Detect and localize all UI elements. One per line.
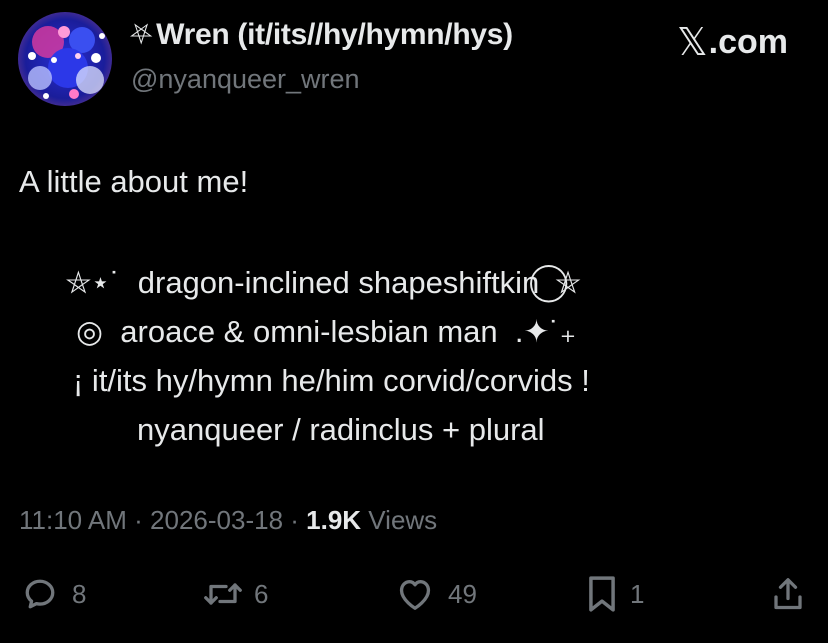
share-button[interactable]: [770, 574, 806, 614]
bookmark-button[interactable]: 1: [586, 574, 644, 614]
tweet-date[interactable]: 2026-03-18: [150, 505, 283, 535]
reply-count: 8: [72, 578, 87, 609]
bio-line: nyanqueer / radinclus + plural: [137, 412, 545, 447]
action-bar: 8 6 49 1: [0, 574, 828, 614]
bookmark-icon: [586, 575, 618, 613]
brand-suffix: .com: [708, 22, 788, 61]
like-count: 49: [448, 578, 477, 609]
bio-line: ¡ it/its hy/hymn he/him corvid/corvids !: [73, 363, 590, 398]
pentagram-icon: ⛧: [130, 18, 153, 50]
tweet-time[interactable]: 11:10 AM: [19, 505, 127, 535]
speech-bubble-icon: [22, 576, 58, 612]
repost-arrows-icon: [202, 576, 244, 612]
like-button[interactable]: 49: [396, 574, 477, 614]
x-logo-icon: 𝕏: [677, 20, 708, 64]
bookmark-count: 1: [630, 578, 645, 609]
views-count: 1.9K: [306, 505, 362, 535]
heart-icon: [396, 576, 434, 612]
repost-button[interactable]: 6: [202, 574, 268, 614]
display-name-text: Wren (it/its//hy/hymn/hys): [156, 18, 513, 51]
views-label: Views: [361, 505, 438, 535]
reply-button[interactable]: 8: [22, 574, 86, 614]
share-upload-icon: [770, 575, 806, 613]
bio-line: ◎ aroace & omni-lesbian man .✦˙₊: [76, 314, 577, 349]
tweet-bio: ⛤⋆˙ dragon-inclined shapeshiftkin ⃝⛤ ◎ a…: [0, 258, 740, 454]
display-name[interactable]: ⛧ Wren (it/its//hy/hymn/hys): [130, 18, 513, 52]
bio-line: ⛤⋆˙ dragon-inclined shapeshiftkin ⃝⛤: [66, 265, 581, 300]
tweet-text: A little about me!: [19, 164, 249, 199]
meta-separator: ·: [283, 505, 307, 535]
repost-count: 6: [254, 578, 269, 609]
tweet-meta: 11:10 AM · 2026-03-18 · 1.9K Views: [19, 505, 437, 536]
avatar-image: [18, 12, 112, 106]
avatar[interactable]: [18, 12, 112, 106]
x-com-brand: 𝕏 .com: [677, 20, 788, 64]
user-handle[interactable]: @nyanqueer_wren: [131, 64, 360, 95]
meta-separator: ·: [126, 505, 151, 535]
